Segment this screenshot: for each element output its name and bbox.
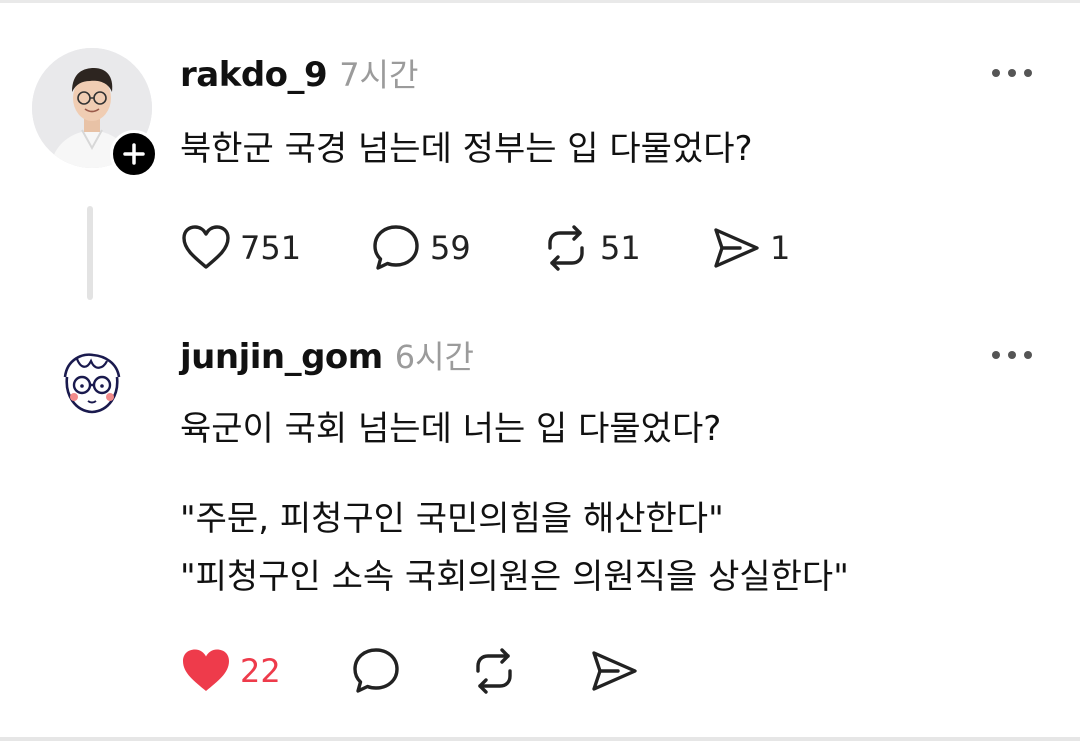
post-header: junjin_gom 6시간 — [180, 332, 474, 380]
repost-button[interactable]: 51 — [540, 220, 641, 276]
heart-icon — [182, 225, 230, 269]
repost-button[interactable] — [468, 643, 520, 699]
share-count: 1 — [770, 229, 791, 267]
more-button[interactable] — [985, 58, 1039, 88]
repost-count: 51 — [600, 229, 641, 267]
like-button[interactable]: 22 — [180, 643, 281, 699]
action-bar: 751 59 51 1 — [180, 220, 800, 276]
post-text-line: 육군이 국회 넘는데 너는 입 다물었다? — [180, 409, 722, 449]
post-text-line: "주문, 피청구인 국민의힘을 해산한다" — [180, 499, 724, 539]
post-text: 북한군 국경 넘는데 정부는 입 다물었다? — [180, 129, 753, 169]
doodle-face-avatar-icon — [58, 350, 126, 418]
username[interactable]: junjin_gom — [180, 337, 383, 377]
thread-line — [87, 206, 93, 300]
more-button[interactable] — [985, 340, 1039, 370]
comment-bubble-icon — [353, 648, 399, 693]
timestamp: 6시간 — [394, 338, 474, 376]
avatar[interactable] — [55, 347, 129, 421]
comment-button[interactable] — [350, 643, 402, 699]
post-header: rakdo_9 7시간 — [180, 50, 418, 98]
share-button[interactable]: 1 — [710, 220, 790, 276]
action-bar: 22 — [180, 643, 800, 699]
heart-filled-icon — [183, 649, 229, 691]
like-count: 22 — [240, 652, 281, 690]
send-icon — [592, 651, 637, 691]
bottom-divider — [0, 737, 1080, 741]
like-count: 751 — [240, 229, 302, 267]
follow-button[interactable] — [110, 130, 158, 178]
send-icon — [714, 228, 759, 268]
comment-button[interactable]: 59 — [370, 220, 471, 276]
plus-icon — [123, 143, 145, 165]
repost-icon — [476, 648, 512, 694]
timestamp: 7시간 — [339, 56, 419, 94]
like-button[interactable]: 751 — [180, 220, 301, 276]
more-dots-icon — [992, 69, 1032, 77]
comment-bubble-icon — [373, 225, 419, 270]
comment-count: 59 — [430, 229, 471, 267]
post-text-line: "피청구인 소속 국회의원은 의원직을 상실한다" — [180, 557, 849, 597]
username[interactable]: rakdo_9 — [180, 55, 328, 95]
post-1: rakdo_9 7시간 북한군 국경 넘는데 정부는 입 다물었다? 751 5… — [0, 0, 1080, 300]
more-dots-icon — [992, 351, 1032, 359]
repost-icon — [548, 225, 584, 271]
share-button[interactable] — [588, 643, 640, 699]
